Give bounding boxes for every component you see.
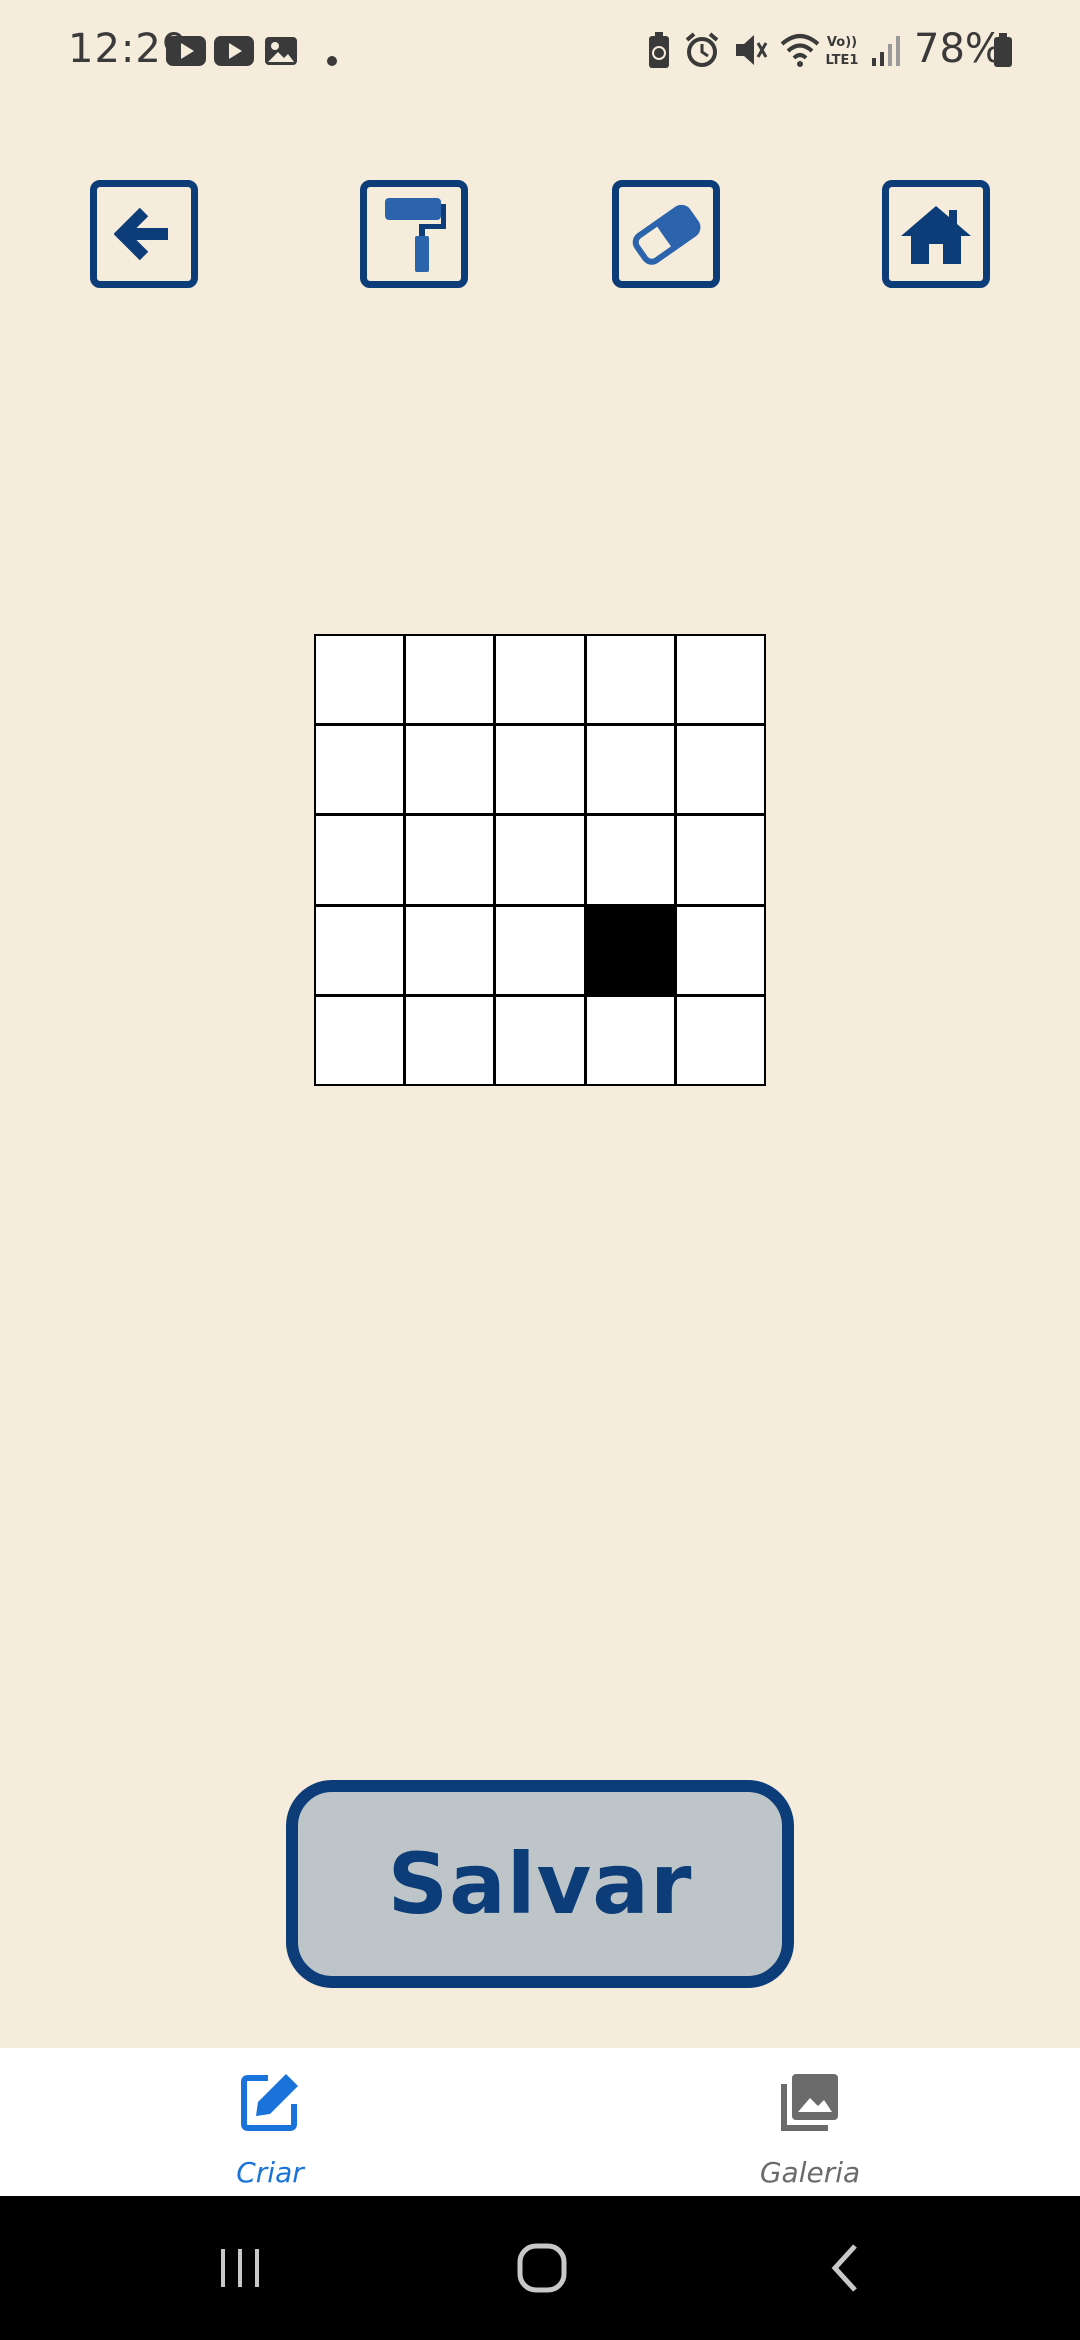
wifi-icon [780, 34, 820, 67]
grid-cell[interactable] [586, 726, 674, 814]
grid-cell[interactable] [586, 816, 674, 904]
paint-roller-icon [385, 198, 446, 272]
grid-cell[interactable] [406, 816, 494, 904]
mute-icon [736, 35, 768, 65]
grid-cell[interactable] [496, 636, 584, 724]
nav-label-criar: Criar [236, 2156, 304, 2189]
grid-cell[interactable] [496, 816, 584, 904]
grid-cell[interactable] [676, 906, 764, 994]
home-nav-button[interactable] [502, 2236, 582, 2300]
grid-cell[interactable] [316, 906, 404, 994]
edit-icon [241, 2074, 298, 2131]
home-button[interactable] [882, 180, 990, 288]
grid-cell[interactable] [586, 636, 674, 724]
nav-label-galeria: Galeria [759, 2156, 861, 2189]
grid-cell[interactable] [586, 996, 674, 1084]
nav-item-galeria[interactable]: Galeria [540, 2048, 1080, 2196]
youtube-notification-icon [166, 36, 206, 66]
grid-cell[interactable] [676, 636, 764, 724]
recent-apps-button[interactable] [200, 2236, 280, 2300]
grid-cell[interactable] [406, 726, 494, 814]
grid-cell[interactable] [406, 906, 494, 994]
battery-icon [994, 33, 1012, 67]
paint-button[interactable] [360, 180, 468, 288]
svg-text:LTE1: LTE1 [826, 53, 859, 68]
battery-saver-icon [649, 32, 669, 68]
chevron-left-icon [831, 2244, 857, 2292]
status-bar: 12:29 Vo)) LTE1 78% [0, 0, 1080, 100]
grid-cell[interactable] [406, 636, 494, 724]
grid-cell[interactable] [676, 726, 764, 814]
youtube-notification-icon [214, 36, 254, 66]
more-notifications-dot-icon [327, 56, 337, 66]
back-nav-button[interactable] [806, 2236, 886, 2300]
volte-lte-icon: Vo)) LTE1 [826, 35, 859, 68]
system-navigation-bar [0, 2196, 1080, 2340]
grid-cell[interactable] [586, 906, 674, 994]
recent-apps-icon [221, 2249, 259, 2287]
image-notification-icon [265, 37, 297, 65]
grid-cell[interactable] [316, 996, 404, 1084]
save-button[interactable]: Salvar [286, 1780, 794, 1988]
battery-percentage: 78% [914, 26, 1003, 72]
grid-cell[interactable] [676, 816, 764, 904]
bottom-navigation: Criar Galeria [0, 2048, 1080, 2196]
grid-cell[interactable] [676, 996, 764, 1084]
home-circle-icon [517, 2243, 567, 2293]
grid-cell[interactable] [496, 906, 584, 994]
eraser-button[interactable] [612, 180, 720, 288]
arrow-left-icon [114, 207, 168, 261]
back-button[interactable] [90, 180, 198, 288]
signal-icon [872, 36, 900, 66]
grid-cell[interactable] [316, 816, 404, 904]
grid-cell[interactable] [316, 636, 404, 724]
gallery-icon [781, 2074, 838, 2131]
grid-cell[interactable] [406, 996, 494, 1084]
eraser-icon [632, 204, 701, 265]
save-button-label: Salvar [387, 1835, 693, 1933]
pixel-canvas-grid[interactable] [314, 634, 766, 1086]
grid-cell[interactable] [316, 726, 404, 814]
alarm-icon [685, 32, 719, 67]
grid-cell[interactable] [496, 726, 584, 814]
home-icon [901, 206, 971, 264]
svg-text:Vo)): Vo)) [827, 35, 857, 50]
grid-cell[interactable] [496, 996, 584, 1084]
nav-item-criar[interactable]: Criar [0, 2048, 540, 2196]
